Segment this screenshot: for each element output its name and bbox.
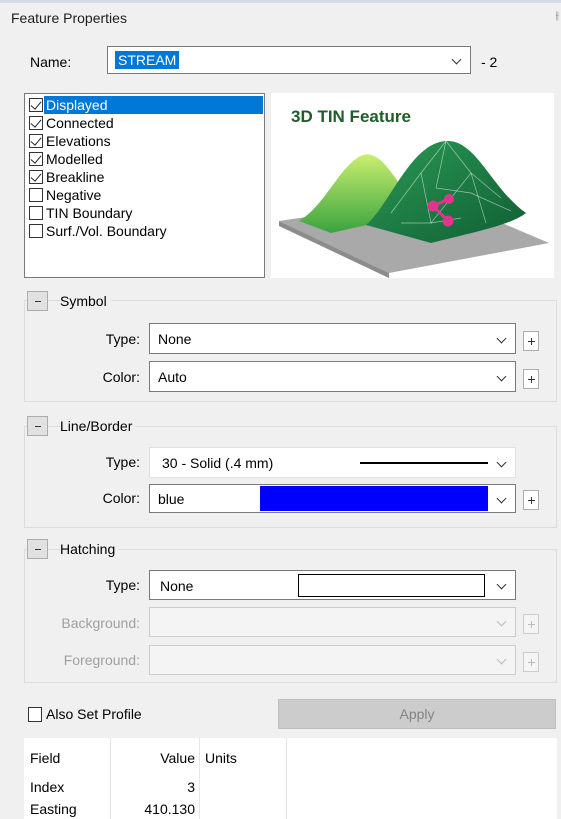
chevron-down-icon[interactable] (495, 654, 509, 668)
hatch-type-combo[interactable]: None (149, 570, 516, 600)
grid-cell-field: Index (30, 779, 65, 795)
name-combo[interactable]: STREAM (107, 46, 471, 74)
line-color-add-button[interactable] (523, 490, 539, 510)
line-type-label: Type: (105, 454, 140, 470)
line-color-swatch (260, 486, 488, 511)
flag-modelled[interactable]: Modelled (29, 150, 263, 168)
feature-preview: 3D TIN Feature (271, 93, 554, 278)
name-label: Name: (30, 54, 72, 70)
symbol-color-combo[interactable]: Auto (149, 361, 516, 392)
checkbox[interactable] (28, 706, 42, 722)
panel-title: Feature Properties (11, 10, 127, 26)
chevron-down-icon[interactable] (495, 333, 509, 347)
checkbox[interactable] (29, 170, 43, 184)
flag-label: Connected (46, 115, 114, 131)
symbol-collapse-button[interactable] (27, 291, 48, 311)
symbol-group-header: Symbol (27, 291, 111, 311)
checkbox[interactable] (29, 224, 43, 238)
hatch-foreground-combo[interactable] (149, 645, 516, 675)
line-type-combo[interactable]: 30 - Solid (.4 mm) (149, 447, 516, 478)
grid-header-field: Field (30, 750, 61, 766)
symbol-type-combo[interactable]: None (149, 323, 516, 354)
hatch-background-label: Background: (61, 615, 140, 631)
line-color-value: blue (158, 491, 185, 507)
chevron-down-icon[interactable] (495, 579, 509, 593)
grid-header-units: Units (205, 750, 237, 766)
name-value: STREAM (115, 51, 180, 69)
flag-elevations[interactable]: Elevations (29, 132, 263, 150)
hatch-foreground-label: Foreground: (63, 652, 140, 668)
apply-button[interactable]: Apply (278, 699, 556, 729)
symbol-color-add-button[interactable] (523, 369, 539, 389)
flag-connected[interactable]: Connected (29, 114, 263, 132)
hatch-type-label: Type: (105, 577, 140, 593)
flag-breakline[interactable]: Breakline (29, 168, 263, 186)
chevron-down-icon[interactable] (495, 493, 509, 507)
panel-titlebar: Feature Properties ⫲ (0, 0, 561, 30)
grid-divider (286, 738, 287, 819)
feature-flags-list[interactable]: Displayed Connected Elevations Modelled … (24, 93, 265, 278)
hatch-background-add-button[interactable] (523, 614, 539, 634)
also-set-profile-label: Also Set Profile (46, 706, 142, 722)
checkbox[interactable] (29, 188, 43, 202)
checkbox[interactable] (29, 98, 43, 112)
hatching-collapse-button[interactable] (27, 539, 48, 559)
hatch-foreground-add-button[interactable] (523, 652, 539, 672)
grid-divider (199, 738, 200, 819)
flag-label: Modelled (46, 151, 103, 167)
flag-tin-boundary[interactable]: TIN Boundary (29, 204, 263, 222)
symbol-group-title: Symbol (60, 293, 111, 309)
flag-label: TIN Boundary (46, 205, 133, 221)
grid-cell-value: 3 (187, 779, 195, 795)
line-style-preview (360, 462, 488, 464)
hatching-group-header: Hatching (27, 539, 120, 559)
symbol-type-add-button[interactable] (523, 331, 539, 351)
flag-label: Displayed (44, 96, 263, 114)
grid-cell-field: Easting (30, 801, 77, 817)
hatching-group-title: Hatching (60, 541, 120, 557)
grid-header-value: Value (160, 750, 195, 766)
line-color-label: Color: (102, 490, 140, 506)
hatch-pattern-preview (298, 574, 485, 597)
chevron-down-icon[interactable] (495, 616, 509, 630)
flag-label: Breakline (46, 169, 105, 185)
flag-surf-vol-boundary[interactable]: Surf./Vol. Boundary (29, 222, 263, 240)
flag-displayed[interactable]: Displayed (29, 96, 263, 114)
flag-label: Negative (46, 187, 102, 203)
chevron-down-icon[interactable] (495, 371, 509, 385)
grid-cell-value: 410.130 (144, 801, 195, 817)
flag-label: Surf./Vol. Boundary (46, 223, 167, 239)
flag-label: Elevations (46, 133, 111, 149)
line-border-collapse-button[interactable] (27, 416, 48, 436)
flag-negative[interactable]: Negative (29, 186, 263, 204)
line-border-group-header: Line/Border (27, 416, 137, 436)
chevron-down-icon[interactable] (495, 457, 509, 471)
chevron-down-icon[interactable] (450, 54, 464, 68)
name-suffix: - 2 (481, 54, 498, 70)
symbol-type-label: Type: (105, 331, 140, 347)
hatch-type-value: None (160, 578, 194, 594)
properties-grid: Field Value Units Index 3 Easting 410.13… (24, 738, 557, 819)
line-color-combo[interactable]: blue (149, 484, 516, 513)
also-set-profile-checkbox[interactable]: Also Set Profile (28, 706, 142, 722)
symbol-type-value: None (158, 331, 192, 347)
checkbox[interactable] (29, 206, 43, 220)
symbol-color-value: Auto (158, 369, 187, 385)
pin-icon[interactable]: ⫲ (555, 10, 559, 23)
line-type-value: 30 - Solid (.4 mm) (162, 455, 274, 471)
checkbox[interactable] (29, 152, 43, 166)
symbol-color-label: Color: (102, 369, 140, 385)
hatch-background-combo[interactable] (149, 607, 516, 637)
checkbox[interactable] (29, 116, 43, 130)
line-border-group-title: Line/Border (60, 418, 137, 434)
tin-surface-illustration (279, 140, 549, 278)
checkbox[interactable] (29, 134, 43, 148)
